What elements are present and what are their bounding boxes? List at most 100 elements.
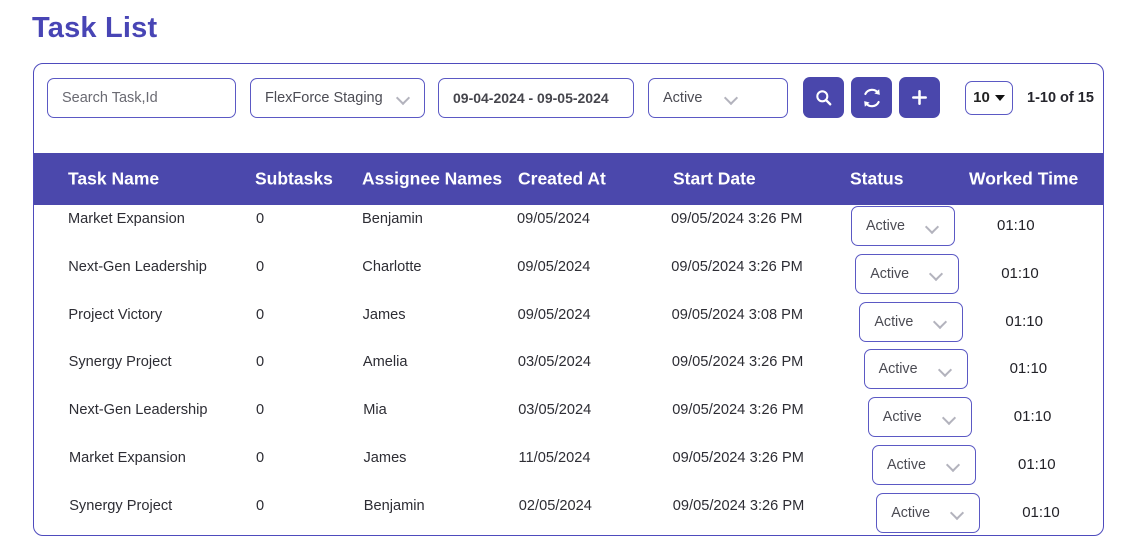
cell-created-at: 03/05/2024	[518, 402, 592, 419]
status-value: Active	[887, 456, 926, 473]
status-dropdown-control[interactable]: Active	[851, 206, 955, 246]
cell-assignee: Benjamin	[362, 211, 423, 227]
column-header-start-date: Start Date	[673, 168, 756, 189]
cell-created-at: 09/05/2024	[517, 211, 591, 227]
page-title: Task List	[32, 12, 158, 44]
column-header-created-at: Created At	[518, 168, 606, 189]
page-size-select[interactable]: 10	[965, 80, 1013, 115]
page-size-value: 10	[973, 89, 990, 106]
cell-created-at: 09/05/2024	[517, 258, 591, 275]
cell-assignee: James	[362, 306, 406, 323]
task-list-card: Search Task,Id FlexForce Staging 09-04-2…	[33, 63, 1104, 536]
status-dropdown[interactable]: Active	[876, 492, 981, 533]
cell-subtasks: 0	[256, 211, 265, 227]
cell-start-date: 09/05/2024 3:26 PM	[672, 402, 804, 419]
cell-subtasks: 0	[256, 449, 265, 466]
table-row: Project Victory 0 James 09/05/2024 09/05/202…	[34, 297, 1103, 343]
cell-assignee: Benjamin	[363, 497, 425, 514]
cell-task-name: Next-Gen Leadership	[68, 258, 207, 275]
search-button[interactable]	[803, 77, 844, 118]
plus-icon	[912, 90, 927, 105]
table-header: Task Name Subtasks Assignee Names Create…	[34, 153, 1103, 205]
cell-worked-time: 01:10	[1005, 312, 1043, 330]
cell-start-date: 09/05/2024 3:26 PM	[672, 497, 805, 514]
column-header-worked-time: Worked Time	[969, 168, 1079, 189]
cell-subtasks: 0	[256, 497, 265, 514]
status-value: Active	[878, 361, 918, 378]
search-input-placeholder: Search Task,Id	[62, 89, 158, 106]
table-row: Next-Gen Leadership 0 Mia 03/05/2024 09/05/2…	[34, 388, 1103, 438]
cell-worked-time: 01:10	[1009, 360, 1048, 378]
refresh-icon	[863, 88, 880, 107]
search-input[interactable]: Search Task,Id	[47, 77, 236, 118]
cell-created-at: 11/05/2024	[518, 449, 591, 466]
status-value: Active	[874, 313, 914, 330]
cell-subtasks: 0	[256, 354, 265, 371]
search-icon	[816, 90, 832, 106]
table-row: Next-Gen Leadership 0 Charlotte 09/05/2024 0…	[34, 251, 1103, 297]
cell-start-date: 09/05/2024 3:26 PM	[671, 211, 803, 227]
table-row: Synergy Project 0 Benjamin 02/05/2024 09/05/…	[34, 480, 1103, 533]
cell-created-at: 09/05/2024	[517, 306, 591, 323]
status-dropdown-control[interactable]: Active	[855, 253, 960, 294]
table-row: Market Expansion 0 Benjamin 09/05/2024 09/05…	[34, 205, 1103, 251]
status-dropdown-control[interactable]: Active	[859, 301, 964, 342]
cell-task-name: Market Expansion	[69, 449, 186, 466]
cell-subtasks: 0	[256, 402, 265, 419]
status-dropdown[interactable]: Active	[859, 301, 964, 342]
status-dropdown[interactable]: Active	[851, 206, 955, 246]
chevron-down-icon	[947, 458, 960, 471]
chevron-down-icon	[951, 506, 964, 519]
pagination-range: 1-10 of 15	[1027, 89, 1094, 106]
cell-assignee: Amelia	[362, 354, 408, 371]
column-header-task-name: Task Name	[68, 168, 160, 189]
chevron-down-icon	[397, 91, 410, 104]
project-select[interactable]: FlexForce Staging	[250, 77, 425, 118]
cell-task-name: Project Victory	[68, 306, 163, 323]
cell-created-at: 03/05/2024	[517, 354, 591, 371]
cell-start-date: 09/05/2024 3:08 PM	[671, 306, 804, 323]
cell-subtasks: 0	[256, 258, 265, 275]
cell-assignee: Mia	[363, 402, 387, 419]
refresh-button[interactable]	[851, 77, 892, 118]
date-range-input[interactable]: 09-04-2024 - 09-05-2024	[438, 77, 634, 118]
project-select-value: FlexForce Staging	[265, 89, 383, 106]
status-filter-value: Active	[663, 89, 703, 106]
column-header-assignee-names: Assignee Names	[362, 168, 503, 189]
status-dropdown[interactable]: Active	[855, 253, 960, 294]
column-header-subtasks: Subtasks	[255, 168, 333, 189]
cell-worked-time: 01:10	[997, 217, 1035, 234]
chevron-down-icon	[725, 91, 738, 104]
cell-start-date: 09/05/2024 3:26 PM	[671, 354, 804, 371]
status-dropdown-control[interactable]: Active	[876, 492, 981, 533]
status-dropdown-control[interactable]: Active	[863, 349, 968, 390]
status-value: Active	[870, 265, 910, 282]
status-dropdown[interactable]: Active	[863, 349, 968, 390]
status-dropdown-control[interactable]: Active	[867, 397, 972, 438]
cell-task-name: Next-Gen Leadership	[68, 402, 208, 419]
cell-task-name: Synergy Project	[69, 497, 173, 514]
status-filter-select[interactable]: Active	[648, 77, 788, 118]
cell-task-name: Market Expansion	[68, 211, 185, 227]
status-value: Active	[866, 218, 905, 234]
chevron-down-icon	[994, 94, 1005, 101]
cell-start-date: 09/05/2024 3:26 PM	[672, 449, 804, 466]
cell-worked-time: 01:10	[1022, 503, 1060, 521]
cell-assignee: James	[363, 449, 407, 466]
status-value: Active	[882, 409, 922, 426]
cell-created-at: 02/05/2024	[518, 497, 592, 514]
cell-subtasks: 0	[256, 306, 265, 323]
chevron-down-icon	[926, 220, 939, 233]
status-value: Active	[891, 504, 931, 521]
chevron-down-icon	[930, 267, 943, 280]
cell-start-date: 09/05/2024 3:26 PM	[671, 258, 803, 275]
cell-worked-time: 01:10	[1001, 264, 1039, 282]
status-dropdown[interactable]: Active	[867, 397, 972, 438]
filter-toolbar: Search Task,Id FlexForce Staging 09-04-2…	[34, 64, 1103, 131]
task-list-page: Task List Search Task,Id FlexForce Stagi…	[0, 0, 1137, 555]
add-task-button[interactable]	[899, 77, 940, 118]
cell-assignee: Charlotte	[362, 258, 422, 275]
cell-task-name: Synergy Project	[68, 354, 172, 371]
table-row: Market Expansion 0 James 11/05/2024 09/05/20…	[34, 434, 1103, 485]
table-row: Synergy Project 0 Amelia 03/05/2024 09/05/20…	[34, 342, 1103, 390]
